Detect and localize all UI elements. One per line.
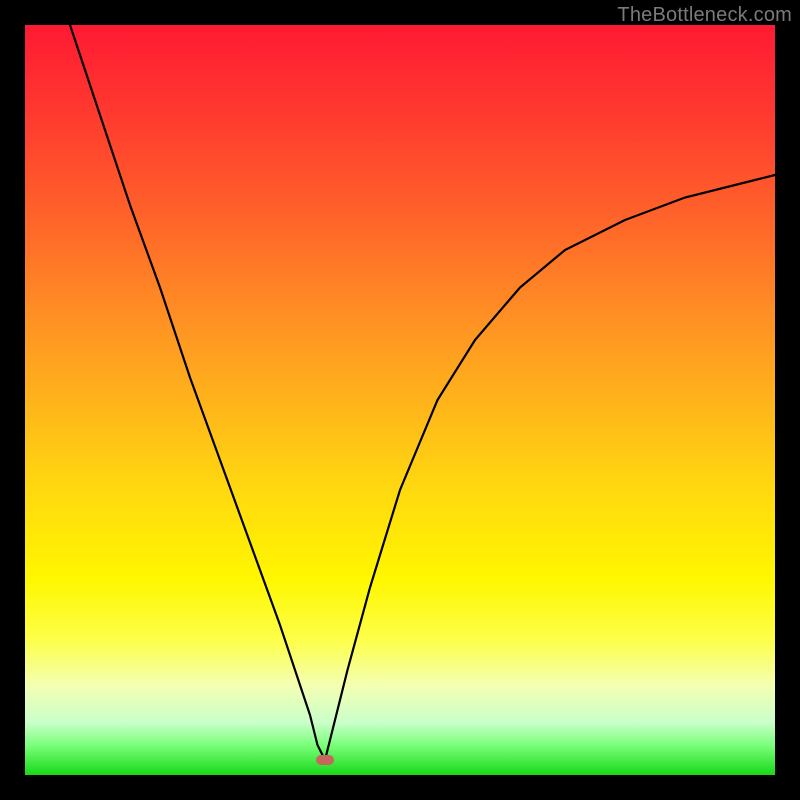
optimum-marker xyxy=(316,755,334,765)
chart-svg xyxy=(25,25,775,775)
watermark-text: TheBottleneck.com xyxy=(617,4,792,27)
chart-curve-left xyxy=(70,25,325,760)
chart-frame: TheBottleneck.com xyxy=(0,0,800,800)
chart-plot-area xyxy=(25,25,775,775)
chart-curve-right xyxy=(325,175,775,760)
